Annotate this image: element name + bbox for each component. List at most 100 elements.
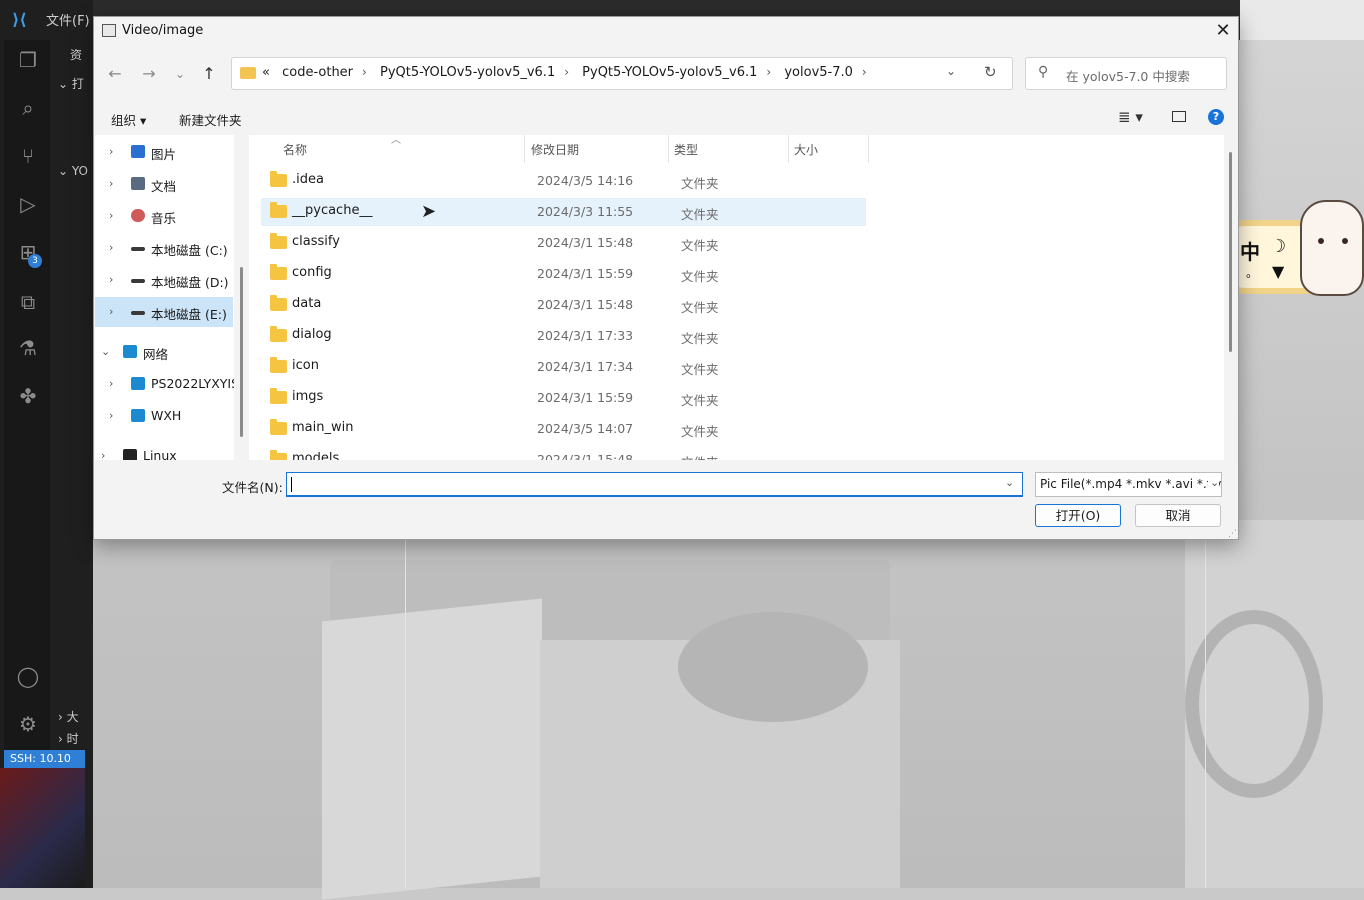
column-header-name[interactable]: 名称: [283, 141, 307, 158]
sidebar-section-open[interactable]: ⌄ 打: [58, 75, 84, 92]
file-row[interactable]: config 2024/3/1 15:59 文件夹: [261, 260, 866, 288]
nav-item[interactable]: › WXH: [95, 401, 233, 431]
file-row[interactable]: models 2024/3/1 15:48 文件夹: [261, 446, 866, 460]
file-type-select[interactable]: Pic File(*.mp4 *.mkv *.avi *.flv ⌄: [1035, 472, 1222, 497]
chevron-right-icon[interactable]: ›: [109, 177, 113, 190]
breadcrumb-separator[interactable]: ›: [766, 65, 771, 79]
column-divider[interactable]: [668, 135, 669, 163]
testing-icon[interactable]: ⚗: [16, 336, 40, 360]
filename-input[interactable]: ⌄: [286, 472, 1023, 497]
breadcrumb-separator[interactable]: ›: [564, 65, 569, 79]
file-row[interactable]: icon 2024/3/1 17:34 文件夹: [261, 353, 866, 381]
ssh-status[interactable]: SSH: 10.10: [4, 750, 85, 768]
breadcrumb-overflow[interactable]: «: [262, 65, 270, 80]
column-header-type[interactable]: 类型: [674, 141, 698, 158]
column-divider[interactable]: [524, 135, 525, 163]
chevron-right-icon[interactable]: ›: [109, 209, 113, 222]
column-header-size[interactable]: 大小: [794, 141, 818, 158]
nav-item[interactable]: › PS2022LYXYIS: [95, 369, 234, 399]
address-bar[interactable]: « code-other › PyQt5-YOLOv5-yolov5_v6.1 › …: [231, 57, 1013, 90]
forward-button[interactable]: →: [138, 63, 160, 85]
chevron-right-icon[interactable]: ›: [109, 145, 113, 158]
sidebar-section-timeline[interactable]: › 时: [58, 730, 79, 747]
nav-item[interactable]: › 本地磁盘 (D:): [95, 265, 233, 295]
remote-explorer-icon[interactable]: ⧉: [16, 290, 40, 314]
search-icon[interactable]: ⌕: [16, 96, 40, 120]
cancel-button[interactable]: 取消: [1135, 504, 1221, 527]
sidebar-section-project[interactable]: ⌄ YO: [58, 164, 88, 178]
chevron-right-icon[interactable]: ›: [109, 273, 113, 286]
nav-item[interactable]: › 图片: [95, 137, 233, 167]
mouse-cursor-icon: ➤: [421, 201, 437, 222]
guide-line: [1205, 540, 1206, 888]
chevron-right-icon[interactable]: ›: [109, 409, 113, 422]
chevron-right-icon[interactable]: ›: [109, 241, 113, 254]
vscode-menu-file[interactable]: 文件(F): [46, 10, 90, 29]
file-type: 文件夹: [681, 207, 719, 222]
ime-mode-char[interactable]: 中: [1240, 236, 1260, 265]
sidebar-section-outline[interactable]: › 大: [58, 708, 79, 725]
text-caret: [291, 477, 292, 492]
nav-scrollbar[interactable]: [240, 267, 243, 437]
recent-locations-button[interactable]: ⌄: [169, 63, 191, 85]
column-divider[interactable]: [868, 135, 869, 163]
breadcrumb-item[interactable]: PyQt5-YOLOv5-yolov5_v6.1: [380, 65, 555, 80]
folder-icon: [270, 295, 287, 311]
guide-line: [405, 540, 406, 888]
nav-item[interactable]: › 音乐: [95, 201, 233, 231]
file-date: 2024/3/5 14:16: [537, 173, 634, 188]
file-row[interactable]: data 2024/3/1 15:48 文件夹: [261, 291, 866, 319]
dialog-titlebar[interactable]: Video/image ✕: [94, 17, 1238, 47]
open-button[interactable]: 打开(O): [1035, 504, 1121, 527]
breadcrumb-item[interactable]: PyQt5-YOLOv5-yolov5_v6.1: [582, 65, 757, 80]
chevron-right-icon[interactable]: ›: [109, 377, 113, 390]
breadcrumb-separator[interactable]: ›: [362, 65, 367, 79]
close-button[interactable]: ✕: [1211, 19, 1235, 43]
account-icon[interactable]: ◯: [16, 664, 40, 688]
breadcrumb: « code-other › PyQt5-YOLOv5-yolov5_v6.1 › …: [262, 65, 876, 80]
file-row[interactable]: imgs 2024/3/1 15:59 文件夹: [261, 384, 866, 412]
up-button[interactable]: ↑: [198, 63, 220, 85]
chevron-right-icon[interactable]: ›: [109, 305, 113, 318]
nav-item-label: 文档: [151, 179, 177, 194]
address-history-dropdown[interactable]: ⌄: [946, 64, 956, 78]
python-icon[interactable]: ✤: [16, 384, 40, 408]
file-row[interactable]: classify 2024/3/1 15:48 文件夹: [261, 229, 866, 257]
file-type: 文件夹: [681, 424, 719, 439]
new-folder-button[interactable]: 新建文件夹: [179, 110, 242, 129]
explorer-icon[interactable]: ❐: [16, 48, 40, 72]
sidebar-section-open-label: 打: [71, 77, 84, 91]
breadcrumb-item[interactable]: code-other: [282, 65, 353, 80]
chevron-down-icon[interactable]: ⌄: [1005, 476, 1014, 489]
nav-item[interactable]: › 文档: [95, 169, 233, 199]
help-icon[interactable]: ?: [1208, 109, 1224, 125]
chevron-right-icon[interactable]: ›: [101, 449, 105, 460]
search-box[interactable]: ⚲ 在 yolov5-7.0 中搜索: [1025, 57, 1227, 90]
background-window-strip-light: [1240, 0, 1364, 40]
file-date: 2024/3/1 15:48: [537, 452, 634, 460]
nav-item[interactable]: › 本地磁盘 (E:): [95, 297, 233, 327]
run-debug-icon[interactable]: ▷: [16, 192, 40, 216]
nav-item[interactable]: › 本地磁盘 (C:): [95, 233, 233, 263]
breadcrumb-item[interactable]: yolov5-7.0: [784, 65, 853, 80]
file-row[interactable]: __pycache__ 2024/3/3 11:55 文件夹: [261, 198, 866, 226]
file-row[interactable]: dialog 2024/3/1 17:33 文件夹: [261, 322, 866, 350]
column-header-date[interactable]: 修改日期: [531, 141, 579, 158]
nav-item[interactable]: › Linux: [95, 441, 233, 460]
breadcrumb-separator[interactable]: ›: [862, 65, 867, 79]
organize-button[interactable]: 组织 ▾: [111, 110, 146, 129]
preview-pane-icon[interactable]: [1172, 111, 1186, 122]
file-row[interactable]: .idea 2024/3/5 14:16 文件夹: [261, 167, 866, 195]
settings-gear-icon[interactable]: ⚙: [16, 712, 40, 736]
sidebar-section-project-label: YO: [71, 164, 88, 178]
chevron-down-icon[interactable]: ⌄: [101, 345, 110, 358]
source-control-icon[interactable]: ⑂: [16, 144, 40, 168]
nav-item[interactable]: ⌄ 网络: [95, 337, 233, 367]
view-options-button[interactable]: ≣ ▾: [1118, 108, 1143, 126]
back-button[interactable]: ←: [104, 63, 126, 85]
resize-grip-icon[interactable]: ⋰: [1228, 529, 1237, 539]
refresh-icon[interactable]: ↻: [984, 63, 997, 81]
column-divider[interactable]: [788, 135, 789, 163]
file-row[interactable]: main_win 2024/3/5 14:07 文件夹: [261, 415, 866, 443]
file-list-scrollbar[interactable]: [1229, 152, 1232, 352]
